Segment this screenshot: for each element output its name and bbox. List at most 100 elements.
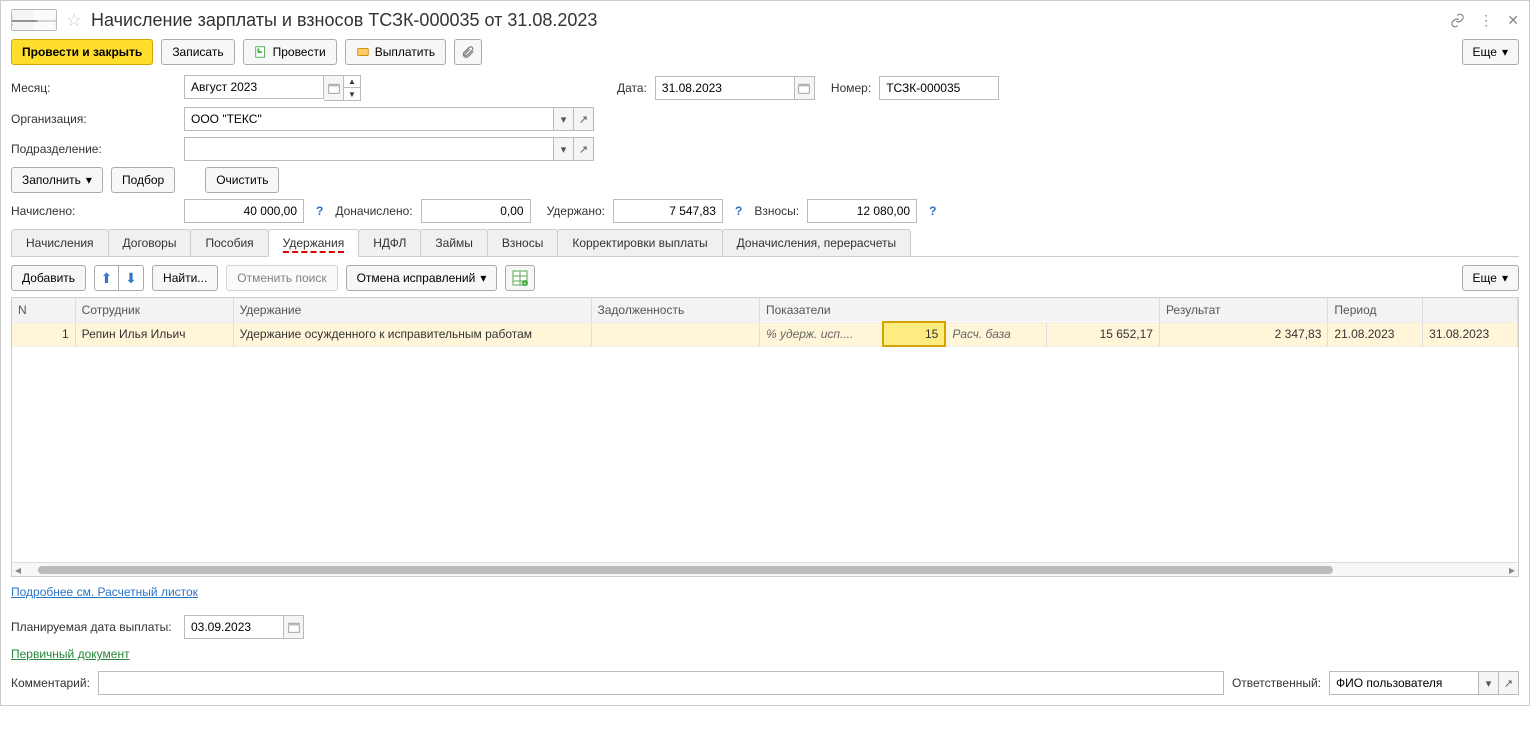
contrib-label: Взносы: <box>754 204 799 218</box>
cell-ind1-value[interactable]: 15 <box>883 322 945 346</box>
withheld-label: Удержано: <box>547 204 605 218</box>
tab-benefits[interactable]: Пособия <box>190 229 268 256</box>
attach-button[interactable] <box>454 39 482 65</box>
open-icon[interactable]: ↗ <box>1499 671 1519 695</box>
post-button[interactable]: Провести <box>243 39 337 65</box>
pay-icon <box>356 45 370 59</box>
tab-loans[interactable]: Займы <box>420 229 488 256</box>
calendar-icon[interactable] <box>795 76 815 100</box>
chevron-down-icon[interactable]: ▾ <box>1479 671 1499 695</box>
number-label: Номер: <box>831 81 871 95</box>
primary-doc-link[interactable]: Первичный документ <box>11 647 130 661</box>
deductions-table[interactable]: N Сотрудник Удержание Задолженность Пока… <box>11 297 1519 577</box>
close-icon[interactable]: ✕ <box>1507 12 1519 29</box>
help-icon[interactable]: ? <box>731 204 746 218</box>
table-row[interactable]: 1 Репин Илья Ильич Удержание осужденного… <box>12 322 1518 346</box>
col-period[interactable]: Период <box>1328 298 1423 322</box>
fill-button[interactable]: Заполнить ▾ <box>11 167 103 193</box>
toolbar-more-button[interactable]: Еще ▾ <box>1462 39 1519 65</box>
pick-button[interactable]: Подбор <box>111 167 175 193</box>
add-accrued-value <box>421 199 531 223</box>
responsible-input[interactable] <box>1329 671 1479 695</box>
scroll-left-icon[interactable]: ◂ <box>12 563 24 577</box>
month-input[interactable] <box>184 75 324 99</box>
favorite-star-icon[interactable]: ☆ <box>63 9 85 31</box>
chevron-down-icon: ▾ <box>480 271 486 285</box>
calendar-icon[interactable] <box>324 75 344 101</box>
tab-corrections[interactable]: Корректировки выплаты <box>557 229 722 256</box>
accrued-label: Начислено: <box>11 204 176 218</box>
cell-period-from[interactable]: 21.08.2023 <box>1328 322 1423 346</box>
save-button[interactable]: Записать <box>161 39 234 65</box>
date-input[interactable] <box>655 76 795 100</box>
post-icon <box>254 45 268 59</box>
tab-ndfl[interactable]: НДФЛ <box>358 229 421 256</box>
table-more-button[interactable]: Еще ▾ <box>1462 265 1519 291</box>
chevron-down-icon: ▾ <box>1502 45 1508 59</box>
horizontal-scrollbar[interactable]: ◂ ▸ <box>12 562 1518 576</box>
withheld-value <box>613 199 723 223</box>
payslip-link[interactable]: Подробнее см. Расчетный листок <box>11 585 198 599</box>
chevron-down-icon: ▾ <box>86 173 92 187</box>
nav-forward-button[interactable]: 🡒 <box>34 10 56 30</box>
calendar-icon[interactable] <box>284 615 304 639</box>
month-label: Месяц: <box>11 81 176 95</box>
tab-contrib[interactable]: Взносы <box>487 229 558 256</box>
open-icon[interactable]: ↗ <box>574 107 594 131</box>
col-result[interactable]: Результат <box>1159 298 1327 322</box>
number-input[interactable] <box>879 76 999 100</box>
cell-employee[interactable]: Репин Илья Ильич <box>75 322 233 346</box>
tab-contracts[interactable]: Договоры <box>108 229 192 256</box>
pay-button[interactable]: Выплатить <box>345 39 447 65</box>
month-up-icon[interactable]: ▲ <box>344 76 360 88</box>
comment-input[interactable] <box>98 671 1224 695</box>
move-up-button[interactable]: ⬆ <box>95 266 119 290</box>
month-down-icon[interactable]: ▼ <box>344 88 360 100</box>
cell-n[interactable]: 1 <box>12 322 75 346</box>
arrow-down-icon: ⬇ <box>125 270 137 287</box>
chevron-down-icon[interactable]: ▾ <box>554 107 574 131</box>
page-title: Начисление зарплаты и взносов ТСЗК-00003… <box>91 10 1444 31</box>
scroll-right-icon[interactable]: ▸ <box>1506 563 1518 577</box>
payout-date-label: Планируемая дата выплаты: <box>11 620 176 634</box>
col-employee[interactable]: Сотрудник <box>75 298 233 322</box>
paperclip-icon <box>461 45 475 59</box>
help-icon[interactable]: ? <box>312 204 327 218</box>
find-button[interactable]: Найти... <box>152 265 218 291</box>
col-deduction[interactable]: Удержание <box>233 298 591 322</box>
tab-deductions[interactable]: Удержания <box>268 229 360 257</box>
col-n[interactable]: N <box>12 298 75 322</box>
org-input[interactable] <box>184 107 554 131</box>
link-icon[interactable] <box>1450 13 1465 28</box>
move-down-button[interactable]: ⬇ <box>119 266 143 290</box>
kebab-icon[interactable]: ⋮ <box>1479 12 1493 29</box>
clear-button[interactable]: Очистить <box>205 167 279 193</box>
tab-additional[interactable]: Доначисления, перерасчеты <box>722 229 911 256</box>
help-icon[interactable]: ? <box>925 204 940 218</box>
col-indicators[interactable]: Показатели <box>759 298 1159 322</box>
cancel-search-button: Отменить поиск <box>226 265 337 291</box>
post-and-close-button[interactable]: Провести и закрыть <box>11 39 153 65</box>
add-accrued-label: Доначислено: <box>335 204 412 218</box>
col-period-to[interactable] <box>1423 298 1518 322</box>
cell-result[interactable]: 2 347,83 <box>1159 322 1327 346</box>
grid-settings-button[interactable]: + <box>505 265 535 291</box>
add-button[interactable]: Добавить <box>11 265 86 291</box>
cell-ind2-value[interactable]: 15 652,17 <box>1047 322 1160 346</box>
chevron-down-icon[interactable]: ▾ <box>554 137 574 161</box>
responsible-label: Ответственный: <box>1232 676 1321 690</box>
payout-date-input[interactable] <box>184 615 284 639</box>
tab-accruals[interactable]: Начисления <box>11 229 109 256</box>
contrib-value <box>807 199 917 223</box>
col-debt[interactable]: Задолженность <box>591 298 759 322</box>
cell-period-to[interactable]: 31.08.2023 <box>1423 322 1518 346</box>
chevron-down-icon: ▾ <box>1502 271 1508 285</box>
cell-debt[interactable] <box>591 322 759 346</box>
grid-icon: + <box>512 270 528 286</box>
cancel-fix-button[interactable]: Отмена исправлений ▾ <box>346 265 498 291</box>
tabset: Начисления Договоры Пособия Удержания НД… <box>11 229 1519 257</box>
scrollbar-thumb[interactable] <box>38 566 1333 574</box>
dept-input[interactable] <box>184 137 554 161</box>
cell-deduction[interactable]: Удержание осужденного к исправительным р… <box>233 322 591 346</box>
open-icon[interactable]: ↗ <box>574 137 594 161</box>
